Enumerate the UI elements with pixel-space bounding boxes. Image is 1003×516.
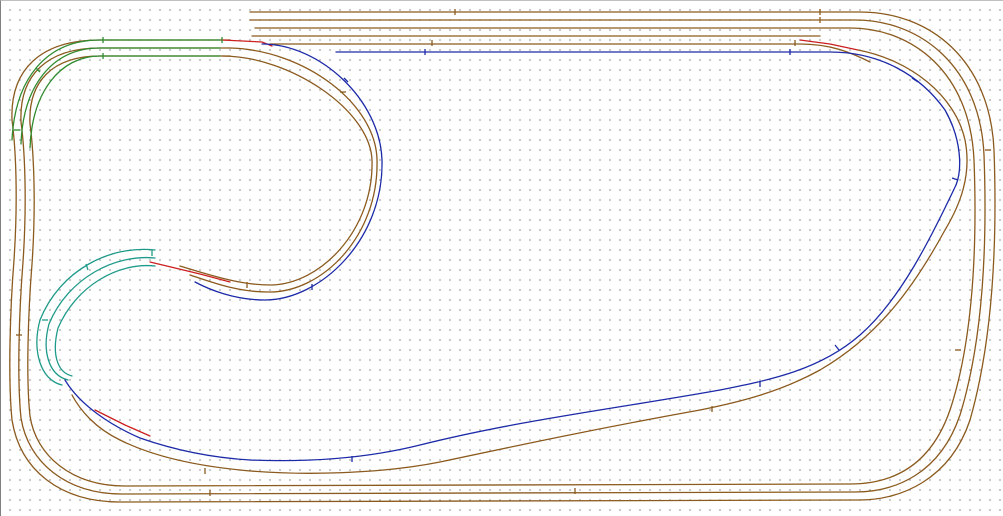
switch-top-right[interactable]	[799, 39, 859, 51]
track-plan-drawing[interactable]	[0, 0, 1003, 516]
outer-loop-track-1[interactable]	[9, 11, 996, 503]
track-layout-canvas[interactable]	[0, 0, 1003, 516]
outer-loop-tracks[interactable]	[9, 11, 996, 503]
joint-marker	[834, 344, 840, 351]
inner-left-curve-tracks[interactable]	[36, 248, 156, 386]
blue-siding-track[interactable]	[335, 51, 961, 186]
top-siding-track-2[interactable]	[269, 43, 871, 63]
green-joint-markers	[14, 37, 223, 131]
blue-joint-markers	[311, 49, 959, 462]
teal-curve-track-3[interactable]	[54, 264, 156, 377]
inner-brown-loop-track[interactable]	[71, 49, 968, 474]
switch-lower-left[interactable]	[94, 409, 151, 437]
switch-middle-left[interactable]	[149, 261, 231, 283]
kidney-loop-blue[interactable]	[194, 43, 383, 301]
switch-segments[interactable]	[94, 39, 859, 437]
kidney-loop-tracks[interactable]	[179, 43, 383, 301]
teal-joint-markers	[42, 250, 153, 321]
kidney-loop-brown-1[interactable]	[179, 55, 373, 286]
upper-left-curve-tracks[interactable]	[11, 39, 221, 149]
joint-marker	[951, 177, 959, 181]
green-curve-track-1[interactable]	[11, 39, 221, 141]
rail-joint-markers	[16, 9, 991, 496]
teal-curve-track-1[interactable]	[36, 248, 156, 386]
inner-main-loop[interactable]	[64, 49, 968, 474]
outer-loop-track-2[interactable]	[18, 19, 986, 495]
outer-loop-track-3[interactable]	[27, 27, 976, 487]
inner-blue-loop-track[interactable]	[64, 184, 957, 462]
green-curve-track-3[interactable]	[29, 55, 221, 149]
green-curve-track-2[interactable]	[20, 47, 221, 145]
switch-top-left[interactable]	[221, 39, 273, 47]
